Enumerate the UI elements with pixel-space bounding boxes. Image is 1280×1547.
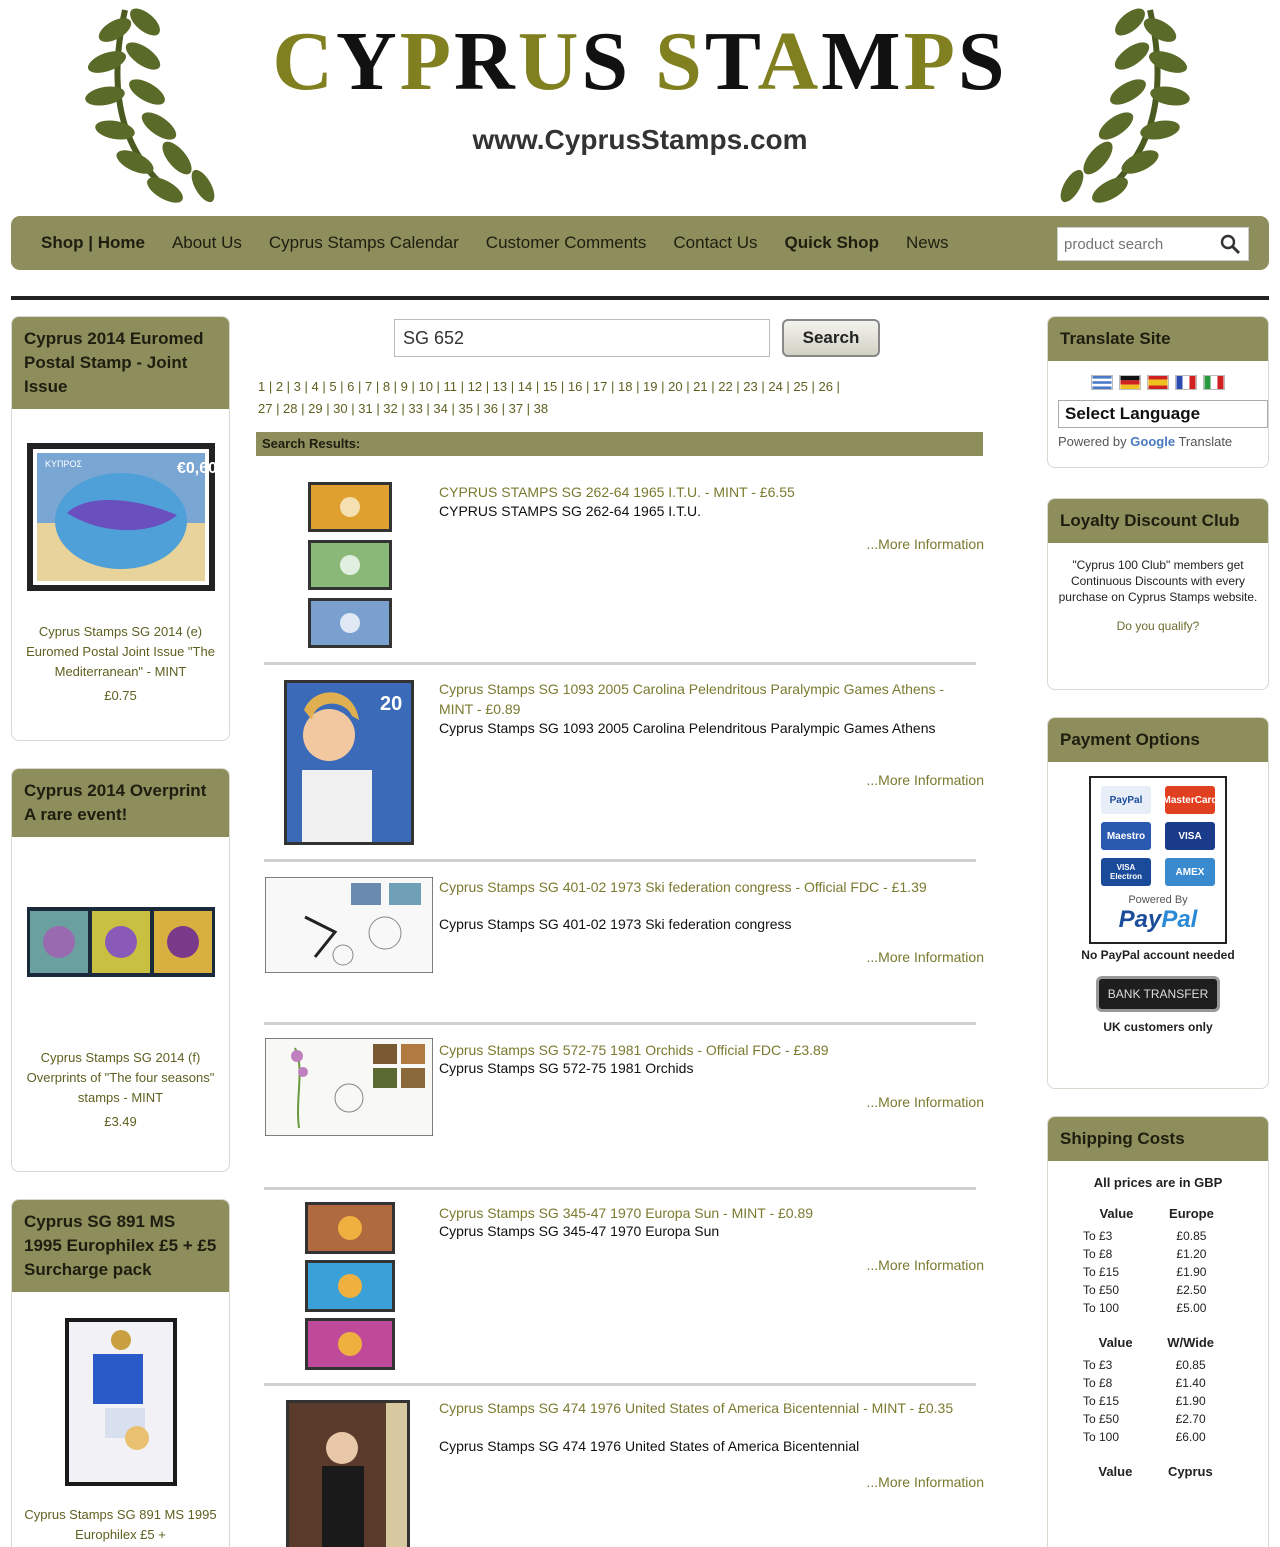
nav-shop-home[interactable]: Shop | Home (41, 233, 145, 253)
nav-calendar[interactable]: Cyprus Stamps Calendar (269, 233, 459, 253)
language-select[interactable]: Select Language (1058, 400, 1268, 428)
result-divider (264, 662, 976, 665)
site-header: CYPRUS STAMPS www.CyprusStamps.com (0, 0, 1280, 210)
featured-box-overprint: Cyprus 2014 Overprint A rare event! Cypr… (11, 768, 230, 1172)
svg-text:€0,60: €0,60 (177, 460, 215, 477)
shipping-table-worldwide: Value W/Wide To £3 £0.85 To £8 £1.40 To £15… (1083, 1335, 1215, 1444)
result-title[interactable]: Cyprus Stamps SG 572-75 1981 Orchids - O… (439, 1040, 979, 1060)
euromed-stamp-image[interactable]: €0,60 KYΠPOΣ (26, 443, 217, 591)
result-description: Cyprus Stamps SG 1093 2005 Carolina Pele… (439, 720, 936, 736)
result-thumbnail[interactable] (286, 1400, 410, 1547)
svg-text:20: 20 (380, 693, 402, 715)
product-search-input[interactable] (1058, 229, 1218, 259)
search-button[interactable]: Search (782, 319, 880, 357)
result-title[interactable]: Cyprus Stamps SG 1093 2005 Carolina Pele… (439, 679, 979, 719)
shipping-box: Shipping Costs All prices are in GBP Val… (1047, 1116, 1269, 1547)
result-title[interactable]: Cyprus Stamps SG 345-47 1970 Europa Sun … (439, 1203, 979, 1223)
featured-box-europhilex: Cyprus SG 891 MS 1995 Europhilex £5 + £5… (11, 1199, 230, 1547)
more-information-link[interactable]: ...More Information (824, 1257, 985, 1273)
italian-flag-icon[interactable] (1203, 375, 1225, 390)
featured-caption[interactable]: Cyprus Stamps SG 891 MS 1995 Europhilex … (22, 1505, 219, 1545)
result-title[interactable]: Cyprus Stamps SG 401-02 1973 Ski federat… (439, 877, 979, 897)
featured-title: Cyprus 2014 Overprint A rare event! (12, 769, 229, 837)
amex-icon: AMEX (1165, 858, 1215, 886)
shipping-table-cyprus: Value Cyprus (1098, 1464, 1213, 1479)
search-icon[interactable] (1218, 232, 1242, 256)
keyword-search-input[interactable] (394, 319, 770, 357)
loyalty-description: "Cyprus 100 Club" members get Continuous… (1058, 558, 1258, 604)
result-description: CYPRUS STAMPS SG 262-64 1965 I.T.U. (439, 503, 701, 519)
paypal-card-icon: PayPal (1101, 786, 1151, 814)
translate-title: Translate Site (1048, 317, 1268, 361)
header-divider (11, 296, 1269, 300)
result-description: Cyprus Stamps SG 401-02 1973 Ski federat… (439, 916, 792, 932)
loyalty-title: Loyalty Discount Club (1048, 499, 1268, 543)
result-thumbnail[interactable]: 20 (284, 680, 414, 845)
visa-icon: VISA (1165, 822, 1215, 850)
result-title[interactable]: Cyprus Stamps SG 474 1976 United States … (439, 1398, 979, 1418)
featured-caption[interactable]: Cyprus Stamps SG 2014 (e) Euromed Postal… (22, 622, 219, 682)
shipping-table-europe: Value Europe To £3 £0.85 To £8 £1.20 To £15… (1083, 1206, 1214, 1315)
laurel-right-icon (1060, 8, 1190, 203)
featured-price: £3.49 (104, 1114, 137, 1129)
result-description: Cyprus Stamps SG 474 1976 United States … (439, 1438, 860, 1454)
powered-by-label: Powered By (1128, 894, 1188, 906)
shipping-currency-note: All prices are in GBP (1093, 1175, 1223, 1190)
paypal-logo[interactable]: PayPal (1097, 906, 1219, 934)
german-flag-icon[interactable] (1119, 375, 1141, 390)
result-divider (264, 859, 976, 862)
svg-text:KYΠPOΣ: KYΠPOΣ (45, 459, 83, 469)
result-description: Cyprus Stamps SG 572-75 1981 Orchids (439, 1060, 694, 1076)
greek-flag-icon[interactable] (1091, 375, 1113, 390)
translate-box: Translate Site Select Language Powered b… (1047, 316, 1269, 468)
featured-title: Cyprus SG 891 MS 1995 Europhilex £5 + £5… (12, 1200, 229, 1292)
result-thumbnail[interactable] (305, 1202, 395, 1370)
more-information-link[interactable]: ...More Information (824, 1094, 985, 1110)
shipping-title: Shipping Costs (1048, 1117, 1268, 1161)
result-divider (264, 1022, 976, 1025)
bank-transfer-note: UK customers only (1103, 1020, 1213, 1034)
product-search-box (1057, 227, 1249, 261)
loyalty-qualify-link[interactable]: Do you qualify? (1058, 619, 1258, 633)
payment-title: Payment Options (1048, 718, 1268, 762)
payment-box: Payment Options PayPal MasterCard Maestr… (1047, 717, 1269, 1089)
result-title[interactable]: CYPRUS STAMPS SG 262-64 1965 I.T.U. - MI… (439, 482, 979, 502)
featured-caption[interactable]: Cyprus Stamps SG 2014 (f) Overprints of … (22, 1048, 219, 1108)
nav-customer-comments[interactable]: Customer Comments (486, 233, 647, 253)
more-information-link[interactable]: ...More Information (824, 536, 985, 552)
nav-contact-us[interactable]: Contact Us (673, 233, 757, 253)
pagination-line-2[interactable]: 27 | 28 | 29 | 30 | 31 | 32 | 33 | 34 | … (258, 398, 1018, 420)
mastercard-icon: MasterCard (1162, 786, 1218, 814)
nav-about-us[interactable]: About Us (172, 233, 242, 253)
payment-methods-frame: PayPal MasterCard Maestro VISA VISA Elec… (1089, 776, 1227, 944)
result-thumbnail[interactable] (265, 877, 433, 973)
featured-title: Cyprus 2014 Euromed Postal Stamp - Joint… (12, 317, 229, 409)
featured-price: £0.75 (104, 688, 137, 703)
maestro-icon: Maestro (1101, 822, 1151, 850)
more-information-link[interactable]: ...More Information (824, 949, 985, 965)
more-information-link[interactable]: ...More Information (824, 772, 985, 788)
spanish-flag-icon[interactable] (1147, 375, 1169, 390)
nav-news[interactable]: News (906, 233, 949, 253)
overprint-stamps-image[interactable] (26, 907, 215, 977)
results-header: Search Results: (256, 432, 983, 456)
result-divider (264, 1383, 976, 1386)
bank-transfer-button[interactable]: BANK TRANSFER (1096, 976, 1220, 1012)
result-description: Cyprus Stamps SG 345-47 1970 Europa Sun (439, 1223, 720, 1239)
more-information-link[interactable]: ...More Information (824, 1474, 985, 1490)
loyalty-box: Loyalty Discount Club "Cyprus 100 Club" … (1047, 498, 1269, 690)
french-flag-icon[interactable] (1175, 375, 1197, 390)
result-thumbnail[interactable] (265, 1038, 433, 1136)
paypal-note: No PayPal account needed (1081, 948, 1235, 962)
pagination: 1 | 2 | 3 | 4 | 5 | 6 | 7 | 8 | 9 | 10 |… (258, 376, 1018, 420)
result-thumbnail[interactable] (308, 482, 392, 650)
featured-box-euromed: Cyprus 2014 Euromed Postal Stamp - Joint… (11, 316, 230, 741)
visa-electron-icon: VISA Electron (1101, 858, 1151, 886)
main-nav: Shop | Home About Us Cyprus Stamps Calen… (11, 216, 1269, 270)
pagination-line-1[interactable]: 1 | 2 | 3 | 4 | 5 | 6 | 7 | 8 | 9 | 10 |… (258, 376, 1018, 398)
google-translate-credit: Powered by Google Translate (1058, 434, 1233, 449)
result-divider (264, 1187, 976, 1190)
europhilex-sheet-image[interactable] (64, 1318, 177, 1486)
nav-quick-shop[interactable]: Quick Shop (785, 233, 879, 253)
